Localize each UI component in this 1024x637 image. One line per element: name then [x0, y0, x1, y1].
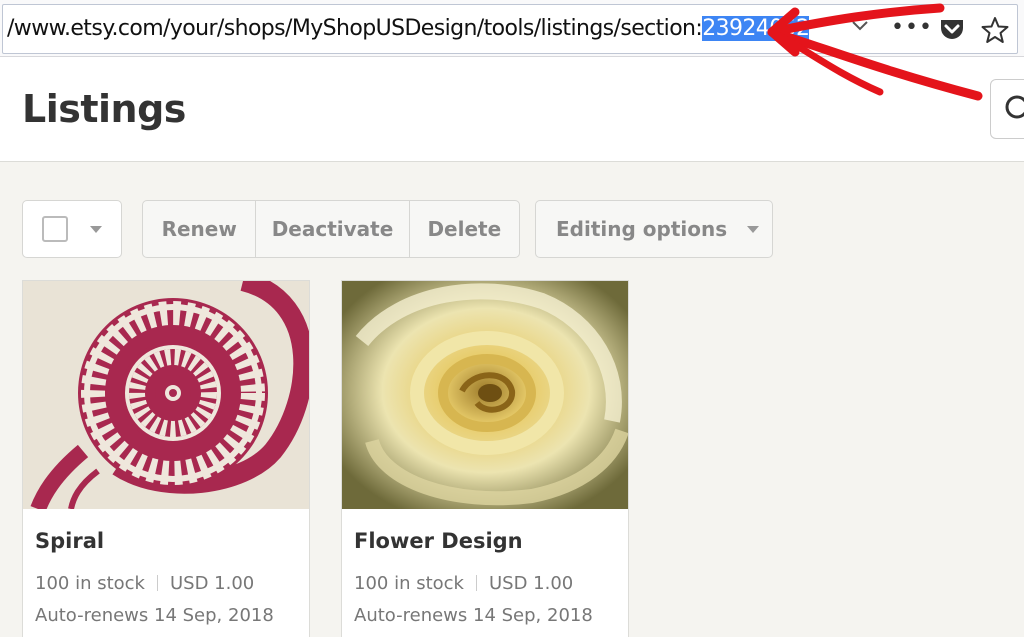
bulk-action-group: Renew Deactivate Delete — [142, 200, 520, 258]
listing-stock: 100 in stock — [35, 573, 145, 594]
url-text[interactable]: /www.etsy.com/your/shops/MyShopUSDesign/… — [7, 15, 810, 43]
listing-card[interactable]: Flower Design 100 in stock USD 1.00 Auto-… — [341, 280, 629, 637]
listing-title[interactable]: Spiral — [35, 529, 104, 553]
bookmark-star-icon[interactable] — [981, 16, 1009, 44]
address-bar[interactable]: /www.etsy.com/your/shops/MyShopUSDesign/… — [2, 4, 1018, 54]
listing-price: USD 1.00 — [169, 573, 255, 594]
page-title: Listings — [22, 87, 186, 131]
url-prefix: /www.etsy.com/your/shops/MyShopUSDesign/… — [7, 16, 703, 41]
chevron-down-icon[interactable] — [851, 19, 869, 33]
url-selected-section-id: 23924052 — [702, 16, 810, 41]
editing-options-dropdown[interactable]: Editing options — [535, 200, 773, 258]
browser-toolbar: /www.etsy.com/your/shops/MyShopUSDesign/… — [0, 0, 1024, 57]
pocket-icon[interactable] — [939, 18, 965, 42]
listing-thumbnail-spiral[interactable] — [23, 281, 310, 509]
caret-down-icon — [90, 225, 102, 233]
listing-renewal: Auto-renews 14 Sep, 2018 — [354, 605, 593, 626]
page-header: Listings — [0, 57, 1024, 162]
listing-meta: 100 in stock USD 1.00 — [354, 573, 573, 594]
listing-thumbnail-flower[interactable] — [342, 281, 629, 509]
editing-options-label: Editing options — [556, 217, 728, 241]
delete-button[interactable]: Delete — [410, 201, 519, 257]
select-all-checkbox[interactable] — [42, 216, 68, 242]
listing-stock: 100 in stock — [354, 573, 464, 594]
select-all-dropdown[interactable] — [22, 200, 122, 258]
search-button[interactable] — [990, 79, 1024, 139]
listing-title[interactable]: Flower Design — [354, 529, 523, 553]
caret-down-icon — [747, 225, 760, 233]
listing-price: USD 1.00 — [488, 573, 574, 594]
divider — [156, 575, 158, 591]
more-actions-icon[interactable]: ••• — [891, 15, 933, 40]
listing-meta: 100 in stock USD 1.00 — [35, 573, 254, 594]
deactivate-button[interactable]: Deactivate — [256, 201, 410, 257]
listing-card[interactable]: Spiral 100 in stock USD 1.00 Auto-renews … — [22, 280, 310, 637]
listing-renewal: Auto-renews 14 Sep, 2018 — [35, 605, 274, 626]
renew-button[interactable]: Renew — [143, 201, 257, 257]
search-icon — [1005, 95, 1024, 119]
divider — [475, 575, 477, 591]
